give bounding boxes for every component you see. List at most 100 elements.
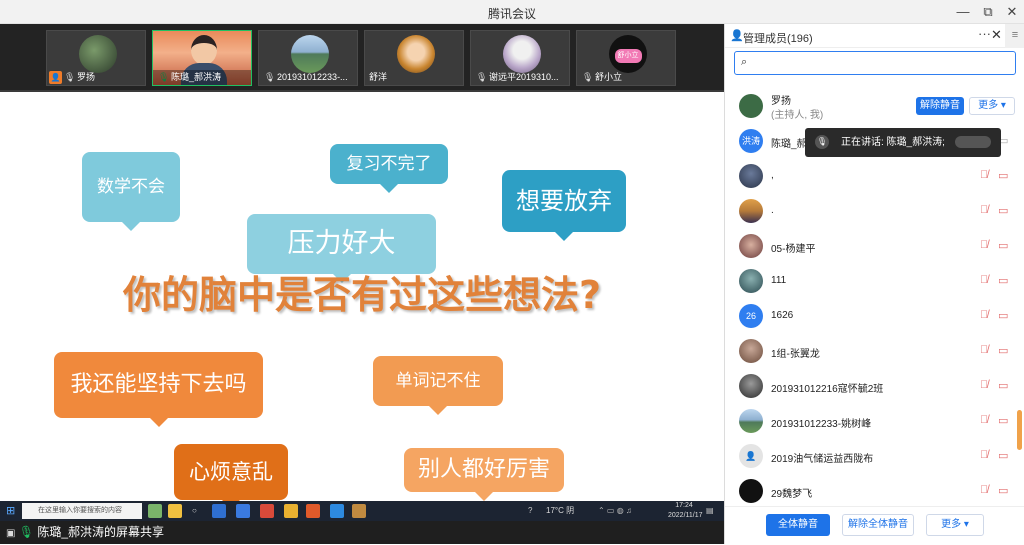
app-icon <box>260 504 274 518</box>
video-tile[interactable]: 🎙 201931012233-... <box>258 30 358 86</box>
clock-time: 17:24 <box>675 502 693 509</box>
avatar-logo-text: 舒小立 <box>614 49 642 63</box>
camera-off-icon[interactable]: ▭ <box>998 169 1008 182</box>
mic-muted-icon[interactable]: 🎙̸ <box>980 344 988 356</box>
mic-muted-icon[interactable]: 🎙̸ <box>980 484 988 496</box>
member-row[interactable]: 👤 2019油气储运益西陇布 🎙̸ ▭ <box>725 439 1015 474</box>
share-label: 陈璐_郝洪涛的屏幕共享 <box>37 525 165 539</box>
unmute-member-button[interactable]: 解除静音 <box>916 97 964 115</box>
participant-avatar: 舒小立 <box>609 35 647 73</box>
member-more-label: 更多 <box>978 100 999 111</box>
minimize-button[interactable]: — <box>952 3 974 21</box>
member-name: 1626 <box>771 310 794 321</box>
camera-off-icon[interactable]: ▭ <box>998 239 1008 252</box>
camera-off-icon[interactable]: ▭ <box>998 379 1008 392</box>
member-search-input[interactable] <box>753 54 1003 72</box>
video-tile[interactable]: 👤 🎙 罗扬 <box>46 30 146 86</box>
member-name: 陈璐_郝 <box>771 139 807 150</box>
search-icon: ⌕ <box>741 56 748 68</box>
member-name: 201931012216寇怀毓2班 <box>771 384 884 395</box>
participant-avatar <box>291 35 329 73</box>
video-tile-speaking[interactable]: 🎙 陈璐_郝洪涛 <box>152 30 252 86</box>
member-row[interactable]: 26 1626 🎙̸ ▭ <box>725 299 1015 334</box>
video-tile[interactable]: 舒洋 <box>364 30 464 86</box>
member-row[interactable]: 05-杨建平 🎙̸ ▭ <box>725 229 1015 264</box>
video-tile[interactable]: 🎙 谢远平2019310... <box>470 30 570 86</box>
mic-muted-icon[interactable]: 🎙̸ <box>980 449 988 461</box>
member-row[interactable]: 201931012216寇怀毓2班 🎙̸ ▭ <box>725 369 1015 404</box>
mic-muted-icon[interactable]: 🎙̸ <box>980 204 988 216</box>
footer-more-label: 更多 <box>941 519 962 530</box>
mic-muted-icon[interactable]: 🎙̸ <box>980 414 988 426</box>
member-row[interactable]: , 🎙̸ ▭ <box>725 159 1015 194</box>
camera-off-icon[interactable]: ▭ <box>998 414 1008 427</box>
member-list-scrollbar[interactable] <box>1017 410 1022 450</box>
restore-button[interactable]: ⧉ <box>977 3 999 21</box>
mic-muted-icon[interactable]: 🎙̸ <box>980 274 988 286</box>
shared-screen-slide: 数学不会 复习不完了 想要放弃 压力好大 你的脑中是否有过这些想法? 我还能坚持… <box>0 92 724 501</box>
close-panel-button[interactable]: ✕ <box>991 27 1002 43</box>
mic-muted-icon[interactable]: 🎙̸ <box>980 309 988 321</box>
close-window-button[interactable]: ✕ <box>1001 3 1023 21</box>
tray-icons: ⌃ ▭ ◍ ♫ <box>598 506 632 515</box>
member-avatar <box>739 269 763 293</box>
folder-icon <box>284 504 298 518</box>
member-row[interactable]: 201931012233-姚树峰 🎙̸ ▭ <box>725 404 1015 439</box>
video-tile[interactable]: 舒小立 🎙 舒小立 <box>576 30 676 86</box>
mic-muted-icon[interactable]: 🎙̸ <box>980 169 988 181</box>
camera-off-icon[interactable]: ▭ <box>998 274 1008 287</box>
windows-taskbar: ⊞ 在这里输入你要搜索的内容 ○ ? 17°C 阴 ⌃ ▭ ◍ ♫ 17:24 … <box>0 501 724 521</box>
member-row[interactable]: . 🎙̸ ▭ <box>725 194 1015 229</box>
members-panel: 👤 管理成员(196) ··· ✕ ≡ ⌕ 罗扬 (主持人, 我) 解除静音 更… <box>724 24 1024 544</box>
member-role: (主持人, 我) <box>771 110 824 121</box>
member-row[interactable]: 29魏梦飞 🎙̸ ▭ <box>725 474 1015 506</box>
chevron-down-icon: ▾ <box>963 519 969 530</box>
speaking-tooltip-text: 正在讲话: 陈璐_郝洪涛; <box>841 137 945 148</box>
camera-off-icon[interactable]: ▭ <box>998 204 1008 217</box>
clock-date: 2022/11/17 <box>668 512 703 519</box>
member-name: 05-杨建平 <box>771 244 816 255</box>
app-icon <box>236 504 250 518</box>
thought-bubble: 想要放弃 <box>502 170 626 241</box>
member-avatar <box>739 164 763 188</box>
screen-share-bar[interactable]: ▣ 🎙 陈璐_郝洪涛的屏幕共享 <box>0 521 724 544</box>
member-name: 2019油气储运益西陇布 <box>771 454 874 465</box>
help-icon: ? <box>528 506 533 515</box>
taskbar-search-box: 在这里输入你要搜索的内容 <box>22 503 142 519</box>
member-name: , <box>771 170 774 181</box>
member-avatar: 👤 <box>739 444 763 468</box>
tile-name: 谢远平2019310... <box>489 72 559 82</box>
title-bar: 腾讯会议 — ⧉ ✕ <box>0 0 1024 24</box>
mic-icon: 🎙 <box>815 135 829 149</box>
app-icon <box>148 504 162 518</box>
mic-muted-icon[interactable]: 🎙̸ <box>980 239 988 251</box>
member-row[interactable]: 罗扬 (主持人, 我) 解除静音 更多 ▾ <box>725 89 1015 124</box>
camera-off-icon[interactable]: ▭ <box>998 309 1008 322</box>
member-search[interactable]: ⌕ <box>734 51 1016 75</box>
tile-name: 舒小立 <box>595 72 623 82</box>
member-name: 1组-张翼龙 <box>771 349 820 360</box>
member-name: . <box>771 205 774 216</box>
person-icon: 👤 <box>730 30 744 42</box>
powerpoint-icon <box>306 504 320 518</box>
camera-off-icon[interactable]: ▭ <box>998 484 1008 497</box>
participant-avatar <box>397 35 435 73</box>
more-options-button[interactable]: ··· <box>978 26 991 41</box>
member-avatar <box>739 374 763 398</box>
video-strip: 👤 🎙 罗扬 🎙 陈璐_郝洪涛 🎙 201931012233-... 舒洋 🎙 … <box>0 24 724 90</box>
member-name: 111 <box>771 275 787 286</box>
footer-more-button[interactable]: 更多 ▾ <box>926 514 984 536</box>
member-more-button[interactable]: 更多 ▾ <box>969 97 1015 115</box>
thought-bubble: 心烦意乱 <box>174 444 288 501</box>
member-row[interactable]: 111 🎙̸ ▭ <box>725 264 1015 299</box>
mute-all-button[interactable]: 全体静音 <box>766 514 830 536</box>
panel-title: 管理成员(196) <box>743 33 813 45</box>
panel-side-toggle[interactable]: ≡ <box>1005 24 1024 48</box>
mic-muted-icon[interactable]: 🎙̸ <box>980 379 988 391</box>
camera-off-icon[interactable]: ▭ <box>998 344 1008 357</box>
unmute-all-button[interactable]: 解除全体静音 <box>842 514 914 536</box>
audio-level-icon <box>955 136 991 148</box>
chevron-down-icon: ▾ <box>1000 100 1006 111</box>
camera-off-icon[interactable]: ▭ <box>998 449 1008 462</box>
member-row[interactable]: 1组-张翼龙 🎙̸ ▭ <box>725 334 1015 369</box>
